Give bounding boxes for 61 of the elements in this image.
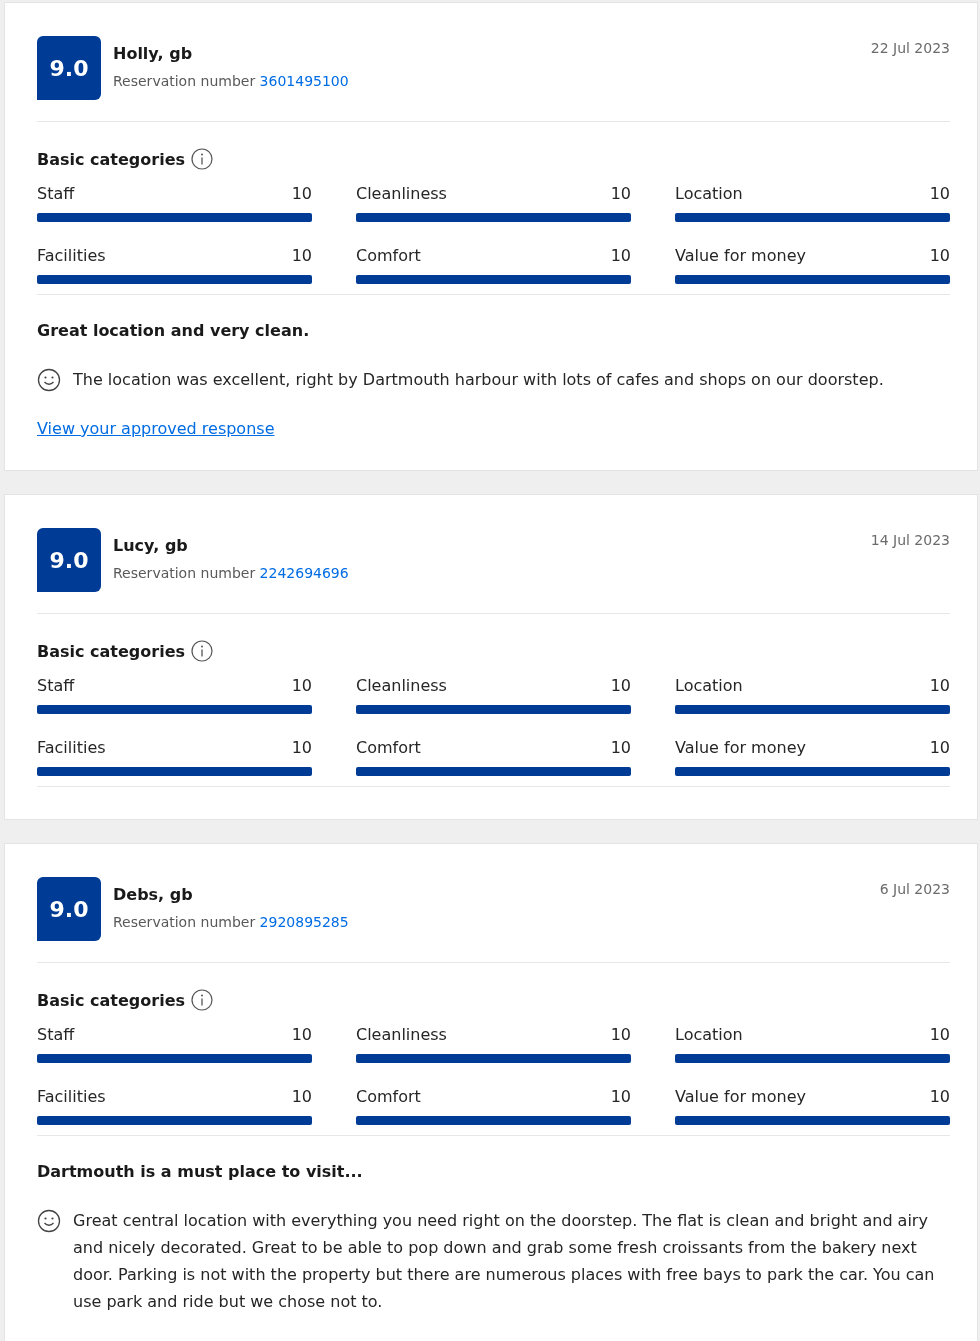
category-score: 10	[929, 1087, 950, 1106]
category-score: 10	[291, 738, 312, 757]
category-score: 10	[291, 246, 312, 265]
review-date: 22 Jul 2023	[870, 39, 950, 56]
category-score: 10	[291, 1087, 312, 1106]
category-score: 10	[610, 184, 631, 203]
review-title: Dartmouth is a must place to visit...	[37, 1162, 364, 1181]
category-label: Comfort	[356, 1087, 421, 1106]
category-label: Staff	[37, 184, 75, 203]
category-label: Cleanliness	[356, 676, 447, 695]
category-label: Location	[675, 184, 743, 203]
category-score: 10	[291, 1025, 312, 1044]
category-label: Facilities	[37, 1087, 106, 1106]
category-score: 10	[929, 184, 950, 203]
review-text: The location was excellent, right by Dartmouth harbour with lots of cafes and shops on our doorstep.	[73, 369, 884, 391]
categories-title: Basic categories	[37, 990, 186, 1010]
review-text: Great central location with everything you need right on the doorstep. The flat is clean and bright and airy and nicely decorated. Great to be able to pop down and grab some fresh croissants from the bakery next door. Parking is not with the property but there are numerous places with free bays to park the car. You can use park and ride but we chose not to.	[73, 1210, 936, 1313]
guest-name: Holly, gb	[113, 44, 194, 63]
category-score: 10	[610, 246, 631, 265]
category-label: Location	[675, 676, 743, 695]
review-date: 14 Jul 2023	[870, 531, 950, 548]
category-score: 10	[929, 1025, 950, 1044]
categories-title: Basic categories	[37, 641, 186, 661]
review-score: 9.0	[37, 528, 101, 592]
approved-response-link[interactable]: View your approved response	[37, 419, 275, 438]
category-score: 10	[929, 676, 950, 695]
guest-name: Lucy, gb	[113, 536, 189, 555]
category-label: Staff	[37, 676, 75, 695]
smiley-icon	[37, 1209, 61, 1233]
category-label: Location	[675, 1025, 743, 1044]
category-label: Cleanliness	[356, 184, 447, 203]
review-score: 9.0	[37, 877, 101, 941]
category-score: 10	[610, 1025, 631, 1044]
category-score: 10	[929, 738, 950, 757]
category-score: 10	[929, 246, 950, 265]
guest-name: Debs, gb	[113, 885, 194, 904]
category-label: Value for money	[675, 738, 806, 757]
category-label: Facilities	[37, 738, 106, 757]
category-label: Cleanliness	[356, 1025, 447, 1044]
info-icon[interactable]	[191, 148, 214, 170]
reservation-number: Reservation number 3601495100	[113, 73, 350, 89]
reservation-number: Reservation number 2242694696	[113, 565, 350, 581]
smiley-icon	[37, 368, 61, 392]
category-label: Staff	[37, 1025, 75, 1044]
category-score: 10	[610, 1087, 631, 1106]
category-label: Value for money	[675, 1087, 806, 1106]
category-label: Value for money	[675, 246, 806, 265]
review-date: 6 Jul 2023	[879, 880, 950, 897]
category-label: Comfort	[356, 246, 421, 265]
reservation-number: Reservation number 2920895285	[113, 914, 350, 930]
category-score: 10	[291, 676, 312, 695]
categories-title: Basic categories	[37, 149, 186, 169]
category-label: Facilities	[37, 246, 106, 265]
category-score: 10	[291, 184, 312, 203]
info-icon[interactable]	[191, 640, 214, 662]
category-score: 10	[610, 738, 631, 757]
review-title: Great location and very clean.	[37, 321, 311, 340]
review-score: 9.0	[37, 36, 101, 100]
category-score: 10	[610, 676, 631, 695]
category-label: Comfort	[356, 738, 421, 757]
info-icon[interactable]	[191, 989, 214, 1011]
